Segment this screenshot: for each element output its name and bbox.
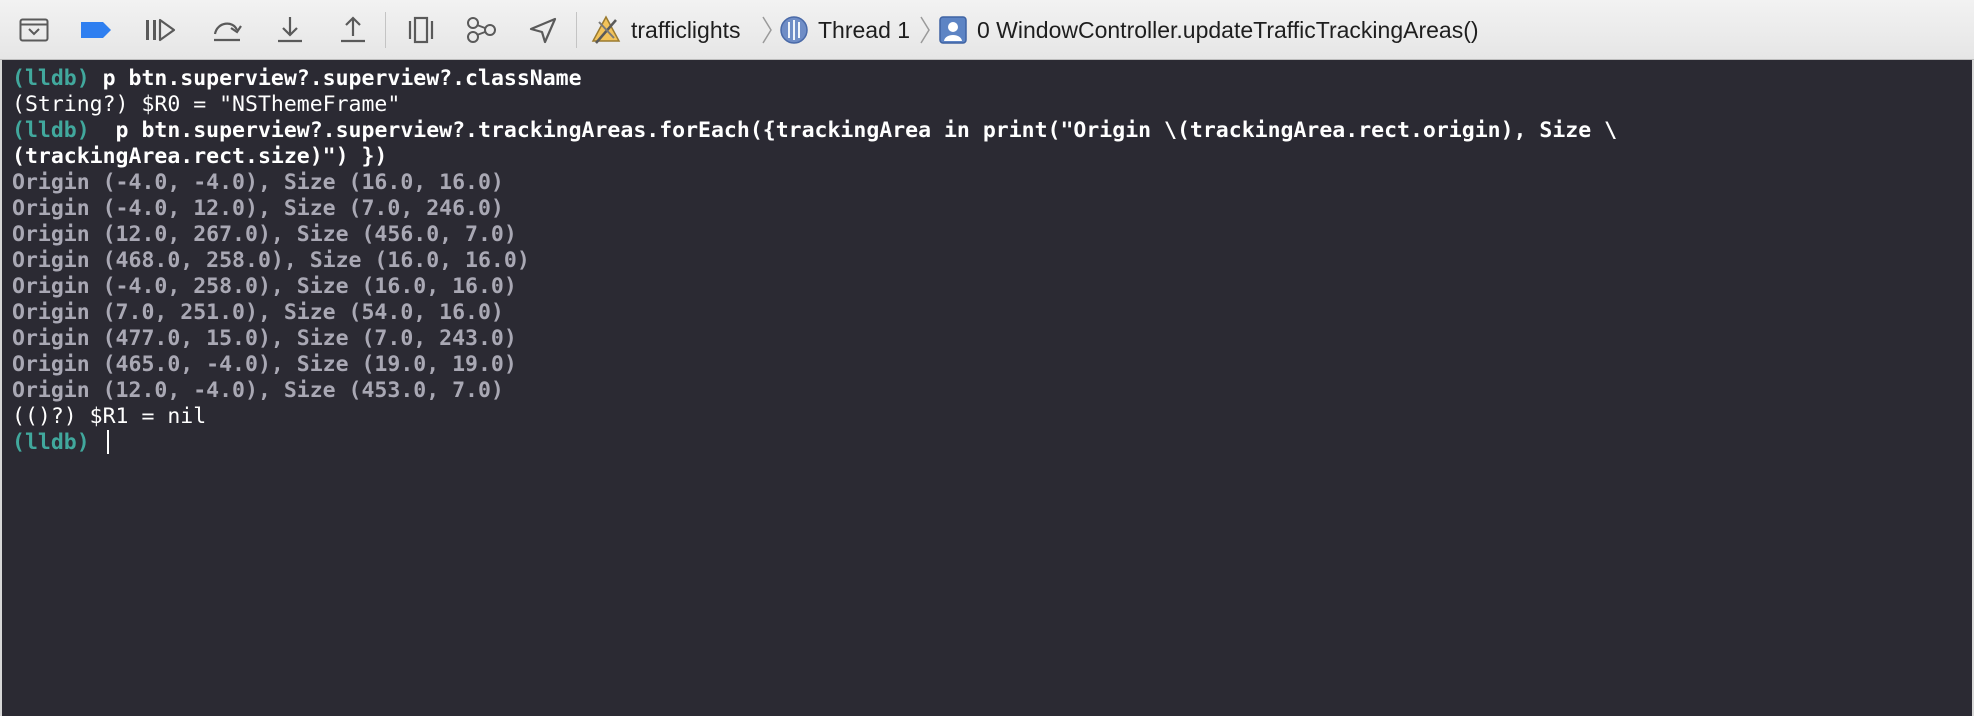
console-output-line: Origin (12.0, 267.0), Size (456.0, 7.0) <box>12 222 1972 248</box>
console-text: Origin (468.0, 258.0), Size (16.0, 16.0) <box>12 248 530 273</box>
lldb-prompt: (lldb) <box>12 66 90 91</box>
breadcrumb-chevron-icon <box>762 16 772 44</box>
console-text: Origin (-4.0, 258.0), Size (16.0, 16.0) <box>12 274 517 299</box>
breadcrumb-project[interactable]: trafficlights <box>631 0 741 60</box>
console-output-line: Origin (-4.0, 12.0), Size (7.0, 246.0) <box>12 196 1972 222</box>
toolbar-separator <box>576 12 577 48</box>
breadcrumb-thread[interactable]: Thread 1 <box>818 0 910 60</box>
breadcrumb-chevron-icon <box>920 16 930 44</box>
breadcrumb-frame[interactable]: 0 WindowController.updateTrafficTracking… <box>977 0 1479 60</box>
breakpoint-icon[interactable] <box>78 13 114 47</box>
console-text: (()?) $R1 = nil <box>12 404 207 429</box>
toolbar-separator <box>385 12 386 48</box>
console-text: Origin (465.0, -4.0), Size (19.0, 19.0) <box>12 352 517 377</box>
memory-graph-icon[interactable] <box>463 13 499 47</box>
console-text: (String?) $R0 = "NSThemeFrame" <box>12 92 401 117</box>
step-over-icon[interactable] <box>209 13 245 47</box>
console-input-line: (lldb) p btn.superview?.superview?.class… <box>12 66 1972 92</box>
step-into-icon[interactable] <box>272 13 308 47</box>
lldb-console[interactable]: (lldb) p btn.superview?.superview?.class… <box>0 60 1974 716</box>
console-output-line: Origin (12.0, -4.0), Size (453.0, 7.0) <box>12 378 1972 404</box>
location-icon[interactable] <box>525 13 561 47</box>
view-hierarchy-icon[interactable] <box>403 13 439 47</box>
text-cursor <box>106 430 109 454</box>
console-command: p btn.superview?.superview?.trackingArea… <box>89 118 1618 143</box>
console-input-line: (lldb) p btn.superview?.superview?.track… <box>12 118 1972 144</box>
debug-toolbar: trafficlights Thread 1 0 WindowControlle… <box>0 0 1974 60</box>
console-result-line: (String?) $R0 = "NSThemeFrame" <box>12 92 1972 118</box>
console-output-line: Origin (-4.0, -4.0), Size (16.0, 16.0) <box>12 170 1972 196</box>
console-text: Origin (-4.0, -4.0), Size (16.0, 16.0) <box>12 170 504 195</box>
console-text: (trackingArea.rect.size)") }) <box>12 144 388 169</box>
console-result-line: (()?) $R1 = nil <box>12 404 1972 430</box>
console-output-line: Origin (465.0, -4.0), Size (19.0, 19.0) <box>12 352 1972 378</box>
step-out-icon[interactable] <box>335 13 371 47</box>
console-text: Origin (12.0, 267.0), Size (456.0, 7.0) <box>12 222 517 247</box>
console-output-line: Origin (7.0, 251.0), Size (54.0, 16.0) <box>12 300 1972 326</box>
console-output-line: Origin (-4.0, 258.0), Size (16.0, 16.0) <box>12 274 1972 300</box>
console-text: Origin (477.0, 15.0), Size (7.0, 243.0) <box>12 326 517 351</box>
app-target-icon <box>590 14 622 46</box>
hide-debug-area-icon[interactable] <box>16 13 52 47</box>
console-output-line: Origin (468.0, 258.0), Size (16.0, 16.0) <box>12 248 1972 274</box>
console-command <box>90 430 103 455</box>
thread-icon <box>778 14 810 46</box>
lldb-prompt: (lldb) <box>12 118 90 143</box>
console-input-line: (trackingArea.rect.size)") }) <box>12 144 1972 170</box>
console-output-line: Origin (477.0, 15.0), Size (7.0, 243.0) <box>12 326 1972 352</box>
lldb-prompt: (lldb) <box>12 430 90 455</box>
continue-icon[interactable] <box>142 13 178 47</box>
console-text: Origin (-4.0, 12.0), Size (7.0, 246.0) <box>12 196 504 221</box>
console-input-line: (lldb) <box>12 430 1972 456</box>
console-text: Origin (12.0, -4.0), Size (453.0, 7.0) <box>12 378 504 403</box>
console-command: p btn.superview?.superview?.className <box>89 66 582 91</box>
console-text: Origin (7.0, 251.0), Size (54.0, 16.0) <box>12 300 504 325</box>
stack-frame-icon <box>937 14 969 46</box>
